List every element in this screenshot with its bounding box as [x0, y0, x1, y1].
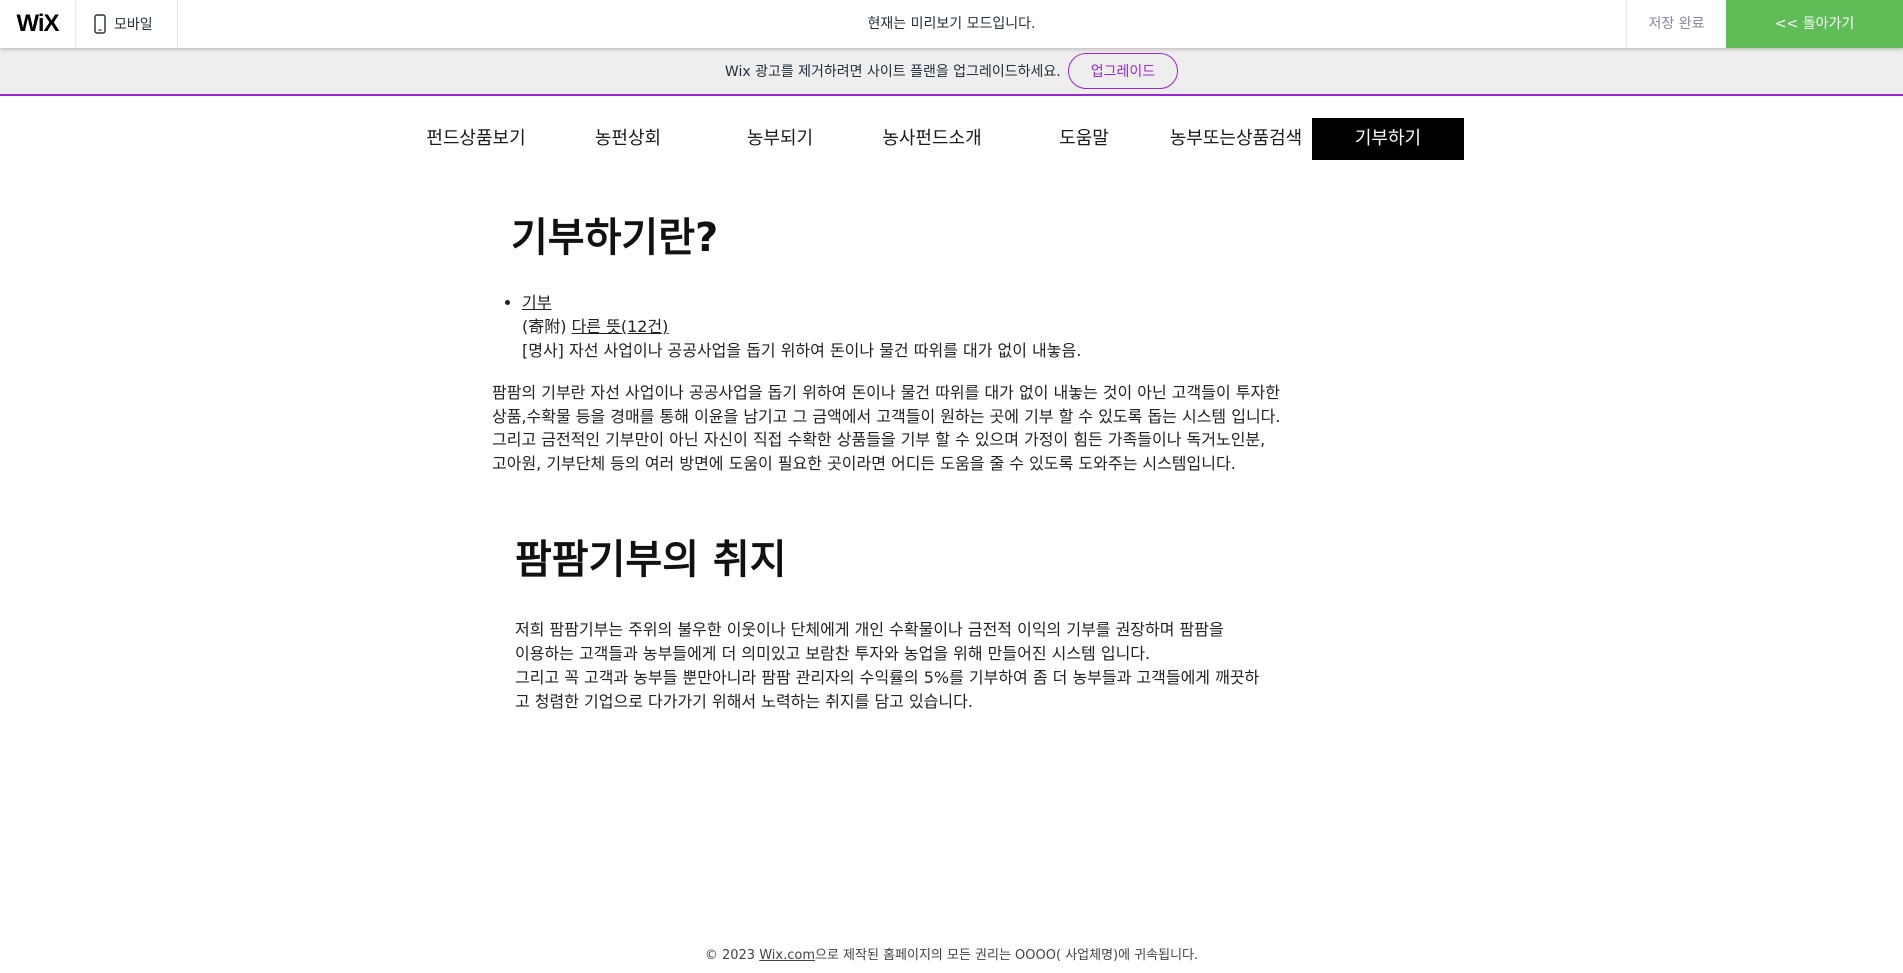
intro-line: 상품,수확물 등을 경매를 통해 이윤을 남기고 그 금액에서 고객들이 원하는… — [492, 406, 1281, 426]
dictionary-definition: [명사] 자선 사업이나 공공사업을 돕기 위하여 돈이나 물건 따위를 대가 … — [522, 341, 1082, 360]
nav-item-fund-products[interactable]: 펀드상품보기 — [400, 118, 552, 160]
footer-rights-text: 으로 제작된 홈페이지의 모든 권리는 OOOO( 사업체명)에 귀속됩니다. — [815, 948, 1199, 963]
other-meaning-link[interactable]: 다른 뜻 — [572, 317, 621, 336]
mobile-label: 모바일 — [114, 17, 153, 33]
page-title: 기부하기란? — [511, 215, 719, 261]
nav-item-store[interactable]: 농펀상회 — [552, 118, 704, 160]
ad-banner: Wix 광고를 제거하려면 사이트 플랜을 업그레이드하세요. 업그레이드 — [0, 48, 1903, 96]
meaning-count-link[interactable]: (12건) — [621, 317, 669, 336]
purpose-line: 저희 팜팜기부는 주위의 불우한 이웃이나 단체에게 개인 수확물이나 금전적 … — [515, 620, 1224, 639]
dictionary-hanja: (寄附) — [522, 317, 572, 336]
save-status: 저장 완료 — [1626, 0, 1726, 48]
purpose-paragraph: 저희 팜팜기부는 주위의 불우한 이웃이나 단체에게 개인 수확물이나 금전적 … — [515, 618, 1395, 714]
mobile-phone-icon — [94, 14, 106, 34]
intro-line: 그리고 금전적인 기부만이 아닌 자신이 직접 수확한 상품들을 기부 할 수 … — [492, 430, 1266, 449]
footer-copyright: © 2023 — [704, 948, 760, 963]
footer: © 2023 Wix.com으로 제작된 홈페이지의 모든 권리는 OOOO( … — [0, 944, 1903, 963]
site-nav: 펀드상품보기 농펀상회 농부되기 농사펀드소개 도움말 농부또는상품검색 기부하… — [400, 118, 1464, 160]
intro-line: 고아원, 기부단체 등의 여러 방면에 도움이 필요한 곳이라면 어디든 도움을… — [492, 453, 1236, 473]
upgrade-button[interactable]: 업그레이드 — [1067, 53, 1179, 89]
purpose-line: 그리고 꼭 고객과 농부들 뿐만아니라 팜팜 관리자의 수익률의 5%를 기부하… — [515, 668, 1260, 687]
nav-item-about-fund[interactable]: 농사펀드소개 — [856, 118, 1008, 160]
purpose-line: 고 청렴한 기업으로 다가가기 위해서 노력하는 취지를 담고 있습니다. — [515, 692, 973, 711]
nav-item-help[interactable]: 도움말 — [1008, 118, 1160, 160]
footer-wix-link[interactable]: Wix.com — [759, 948, 815, 963]
purpose-line: 이용하는 고객들과 농부들에게 더 의미있고 보람찬 투자와 농업을 위해 만들… — [515, 644, 1151, 663]
mobile-view-button[interactable]: 모바일 — [76, 0, 178, 48]
dictionary-entry: 기부 (寄附) 다른 뜻(12건) [명사] 자선 사업이나 공공사업을 돕기 … — [504, 291, 1081, 363]
intro-paragraph: 팜팜의 기부란 자선 사업이나 공공사업을 돕기 위하여 돈이나 물건 따위를 … — [492, 381, 1392, 475]
dictionary-word-link[interactable]: 기부 — [522, 293, 551, 312]
nav-item-search[interactable]: 농부또는상품검색 — [1160, 118, 1312, 160]
section-title: 팜팜기부의 취지 — [515, 537, 787, 583]
ad-banner-text: Wix 광고를 제거하려면 사이트 플랜을 업그레이드하세요. — [724, 64, 1061, 80]
preview-mode-message: 현재는 미리보기 모드입니다. — [867, 16, 1036, 32]
nav-item-donate[interactable]: 기부하기 — [1312, 118, 1464, 160]
nav-item-become-farmer[interactable]: 농부되기 — [704, 118, 856, 160]
intro-line: 팜팜의 기부란 자선 사업이나 공공사업을 돕기 위하여 돈이나 물건 따위를 … — [492, 383, 1280, 402]
back-button[interactable]: << 돌아가기 — [1726, 0, 1903, 48]
wix-preview-bar: WiX 모바일 현재는 미리보기 모드입니다. 저장 완료 << 돌아가기 — [0, 0, 1903, 48]
wix-logo[interactable]: WiX — [0, 0, 76, 48]
